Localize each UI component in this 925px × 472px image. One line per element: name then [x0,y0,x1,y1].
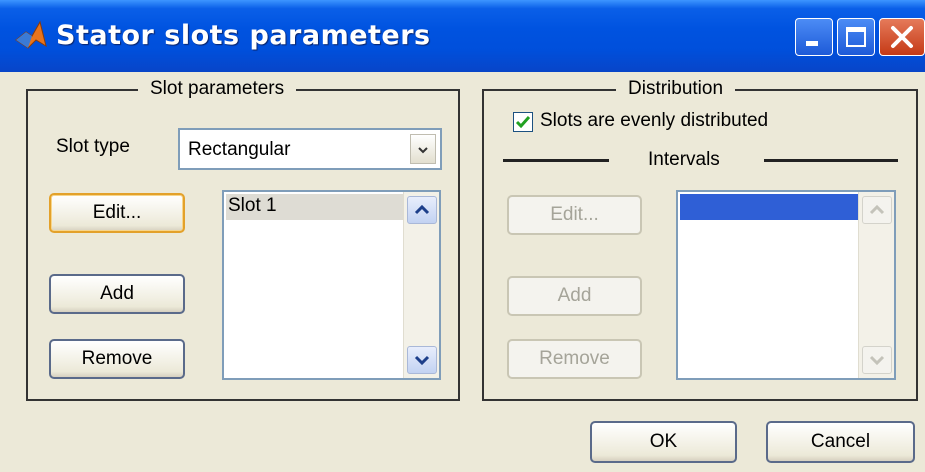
evenly-distributed-label[interactable]: Slots are evenly distributed [540,108,768,134]
slot-type-dropdown[interactable]: Rectangular [178,128,442,170]
slot-type-value: Rectangular [188,139,291,160]
interval-remove-button[interactable]: Remove [507,339,642,379]
scroll-down-button[interactable] [862,346,892,374]
maximize-icon [846,27,866,47]
minimize-icon [806,41,818,46]
chevron-down-icon [869,355,885,366]
list-item[interactable] [680,194,858,220]
slot-edit-button[interactable]: Edit... [49,193,185,233]
window-title: Stator slots parameters [56,20,431,51]
stator-slots-dialog: Stator slots parameters Slot parameters … [0,0,925,472]
chevron-up-icon [414,204,430,215]
slot-list-scrollbar[interactable] [403,192,439,378]
slot-list[interactable]: Slot 1 [222,190,441,380]
chevron-down-icon [414,355,430,366]
list-item[interactable]: Slot 1 [226,194,403,220]
close-icon [891,26,913,48]
cancel-button[interactable]: Cancel [766,421,915,463]
scroll-up-button[interactable] [862,196,892,224]
scroll-down-button[interactable] [407,346,437,374]
intervals-separator-left [503,159,609,162]
slot-add-button[interactable]: Add [49,274,185,314]
interval-list[interactable] [676,190,896,380]
maximize-button[interactable] [837,18,875,56]
scroll-up-button[interactable] [407,196,437,224]
minimize-button[interactable] [795,18,833,56]
title-bar[interactable]: Stator slots parameters [0,0,925,72]
slot-parameters-title: Slot parameters [138,76,297,102]
evenly-distributed-checkbox[interactable] [513,112,533,132]
matlab-logo-icon [14,18,48,52]
checkmark-icon [515,116,531,129]
distribution-title: Distribution [616,76,736,102]
intervals-separator-right [764,159,898,162]
interval-list-scrollbar[interactable] [858,192,894,378]
interval-edit-button[interactable]: Edit... [507,195,642,235]
chevron-down-icon[interactable] [410,134,436,164]
intervals-title: Intervals [648,149,720,170]
interval-add-button[interactable]: Add [507,276,642,316]
chevron-up-icon [869,204,885,215]
ok-button[interactable]: OK [590,421,737,463]
close-button[interactable] [879,18,925,56]
slot-remove-button[interactable]: Remove [49,339,185,379]
slot-type-label: Slot type [56,136,130,157]
